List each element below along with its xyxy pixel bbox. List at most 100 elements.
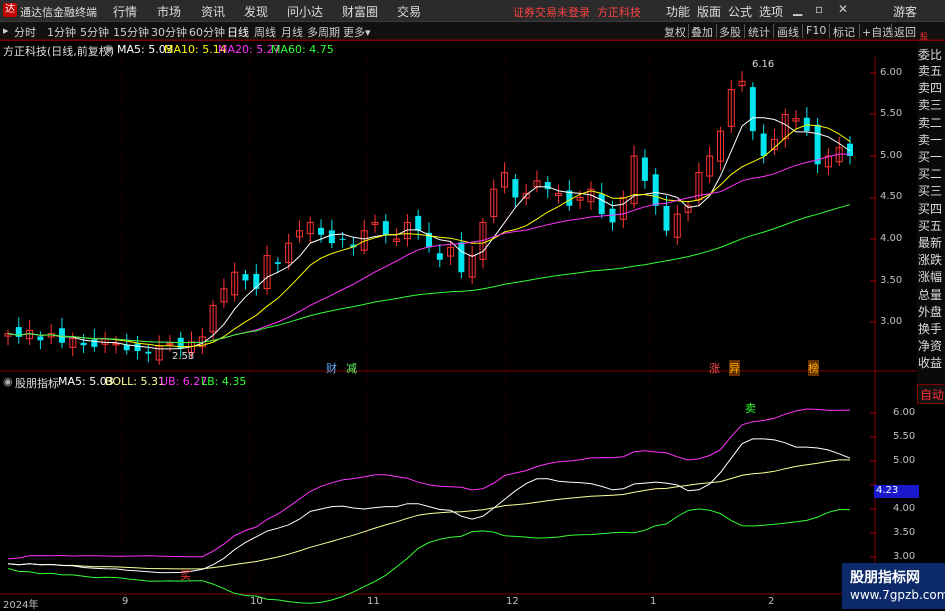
candle-body [663,205,670,231]
panel-item[interactable]: 卖五 [918,62,942,79]
auto-button[interactable]: 自动 [917,384,945,404]
menu-trade[interactable]: 交易 [397,3,421,20]
panel-item[interactable]: 买二 [918,165,942,182]
candle-body [112,343,120,346]
tool-multistock[interactable]: 多股 [719,24,741,40]
period-tab-60min[interactable]: 60分钟 [189,24,225,40]
candle-body [824,155,832,168]
menu-quotes[interactable]: 行情 [113,3,137,20]
candle-body [479,221,487,260]
panel-item[interactable]: 买一 [918,148,942,165]
menu-news[interactable]: 资讯 [201,3,225,20]
panel-item[interactable]: 买三 [918,182,942,199]
period-tab-30min[interactable]: 30分钟 [151,24,187,40]
period-tab-more[interactable]: 更多▾ [343,24,371,40]
x-tick: 11 [367,596,380,607]
low-price-label: 2.58 [172,351,195,362]
watermark-url: www.7gpzb.com [850,588,945,602]
panel-item[interactable]: 收益 [918,354,942,371]
period-tab-1min[interactable]: 1分钟 [47,24,76,40]
period-tab-week[interactable]: 周线 [254,24,276,40]
candle-body [360,230,368,251]
ma10-line [7,124,851,348]
panel-item-weibi[interactable]: 委比 [918,46,942,63]
panel-item[interactable]: 涨跌 [918,251,942,268]
y-tick: 5.50 [880,108,903,119]
tool-back[interactable]: 返回 [894,24,916,40]
candle-body [770,138,778,151]
candle-body [47,333,55,338]
menu-function[interactable]: 功能 [666,3,690,20]
app-logo-icon: 达 [3,3,17,17]
period-tab-fenshi[interactable]: 分时 [14,24,36,40]
candle-body [306,221,314,235]
candle-body [814,124,821,165]
menu-layout[interactable]: 版面 [697,3,721,20]
panel-item[interactable]: 卖四 [918,79,942,96]
tool-draw[interactable]: 画线 [777,24,799,40]
period-tab-5min[interactable]: 5分钟 [80,24,109,40]
panel-item[interactable]: 涨幅 [918,268,942,285]
menu-ask[interactable]: 问小达 [287,3,323,20]
candle-body [598,193,605,215]
candle-body [522,192,530,199]
tool-stats[interactable]: 统计 [748,24,770,40]
y-tick: 4.00 [893,503,916,514]
toolbar-divider [891,24,892,38]
panel-item[interactable]: 最新 [918,234,942,251]
panel-item[interactable]: 卖一 [918,131,942,148]
period-tab-multi[interactable]: 多周期 [307,24,340,40]
toolbar-divider [802,24,803,38]
candle-body [285,242,293,263]
panel-item[interactable]: 买四 [918,200,942,217]
candle-body [436,253,443,260]
tool-mark[interactable]: 标记 [833,24,855,40]
candle-body [426,232,432,248]
menu-toggle-icon[interactable]: ▸ [3,24,9,37]
login-notice[interactable]: 证券交易未登录 方正科技 [513,4,641,20]
sub-chart-legend: ◉ 股朋指标 MA5: 5.03 BOLL: 5.31 UB: 6.27 LB:… [0,373,880,390]
candle-body [58,328,65,343]
settings-icon[interactable]: ◉ [3,375,13,388]
restore-icon[interactable]: ▫ [815,2,823,16]
panel-item[interactable]: 净资 [918,337,942,354]
tool-fuquan[interactable]: 复权 [664,24,686,40]
candle-body [533,180,541,188]
toolbar-divider [773,24,774,38]
candle-body [91,339,98,347]
panel-item[interactable]: 换手 [918,320,942,337]
candle-body [447,246,455,257]
guest-label[interactable]: 游客 [893,3,917,20]
period-tab-day[interactable]: 日线 [227,24,249,40]
menu-wealth[interactable]: 财富圈 [342,3,378,20]
menu-discover[interactable]: 发现 [244,3,268,20]
tool-overlay[interactable]: 叠加 [691,24,713,40]
panel-item[interactable]: 卖三 [918,96,942,113]
y-tick: 4.50 [880,191,903,202]
menu-options[interactable]: 选项 [759,3,783,20]
candle-body [15,327,22,337]
settings-icon[interactable]: ◉ [104,42,114,55]
candle-body [706,155,714,177]
candle-body [26,329,34,340]
period-tab-month[interactable]: 月线 [281,24,303,40]
panel-item[interactable]: 总量 [918,286,942,303]
buy-signal: 买 [180,569,191,582]
panel-item[interactable]: 买五 [918,217,942,234]
minimize-icon[interactable]: ▁ [793,2,802,16]
close-icon[interactable]: ✕ [838,2,848,16]
ma60-label: MA60: 4.75 [271,43,334,56]
toolbar-divider [829,24,830,38]
menu-formula[interactable]: 公式 [728,3,752,20]
candle-body [145,351,152,354]
panel-item[interactable]: 外盘 [918,303,942,320]
tool-add-watch[interactable]: +自选 [862,24,893,40]
period-tab-15min[interactable]: 15分钟 [113,24,149,40]
y-tick: 3.00 [880,316,903,327]
lb-label: LB: 4.35 [201,375,247,388]
tool-f10[interactable]: F10 [806,24,826,37]
menu-market[interactable]: 市场 [157,3,181,20]
candle-body [295,230,303,238]
candle-body [847,143,853,156]
panel-item[interactable]: 卖二 [918,114,942,131]
